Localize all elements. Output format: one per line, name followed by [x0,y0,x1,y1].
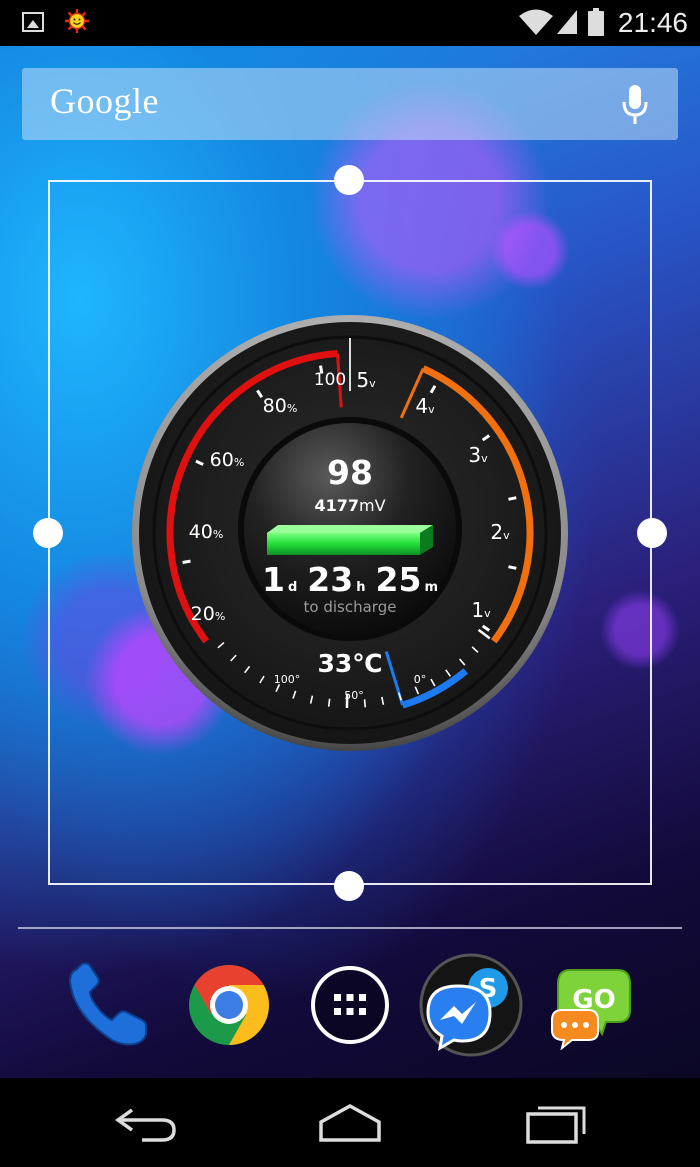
battery-level-icon [267,525,433,555]
search-bar[interactable]: Google [22,68,678,140]
resize-handle-top[interactable] [334,165,364,195]
charge-status: to discharge [304,598,397,616]
gallery-icon [22,12,44,32]
resize-handle-left[interactable] [33,518,63,548]
chrome-icon[interactable] [184,960,274,1050]
recents-icon[interactable] [520,1100,590,1144]
voltage-tick [508,496,517,501]
battery-icon [588,8,604,36]
temp-scale-label: 0° [414,673,427,686]
battery-percent: 98 [327,453,373,492]
temp-scale-label: 50° [344,689,364,702]
battery-voltage: 4177mV [314,496,385,515]
home-icon[interactable] [315,1100,385,1144]
mic-icon[interactable] [622,84,648,126]
voltage-tick [508,565,517,570]
dock-divider [18,927,682,929]
cell-signal-icon [557,10,577,34]
google-logo: Google [50,81,159,121]
temp-tick [363,699,367,708]
resize-handle-bottom[interactable] [334,871,364,901]
temp-scale-label: 100° [274,673,301,686]
navigation-bar [0,1078,700,1167]
temp-tick [327,698,331,707]
back-icon[interactable] [112,1100,182,1144]
battery-gauge-widget[interactable]: 20% 40% 60% 80% 100 1v 2v 3v 4v 5v 100° … [130,313,570,753]
percent-tick [182,559,191,564]
resize-handle-right[interactable] [637,518,667,548]
app-drawer-icon[interactable] [305,960,395,1050]
go-sms-icon[interactable]: GO [548,960,638,1050]
status-bar: 21:46 [0,0,700,46]
sun-smile-icon [65,9,89,33]
phone-icon[interactable] [62,960,152,1050]
percent-scale-label: 100 [314,370,346,390]
battery-temperature: 33℃ [317,649,382,678]
clock: 21:46 [617,7,688,38]
wifi-icon [519,9,553,35]
messenger-skype-folder-icon[interactable]: S [418,952,524,1058]
